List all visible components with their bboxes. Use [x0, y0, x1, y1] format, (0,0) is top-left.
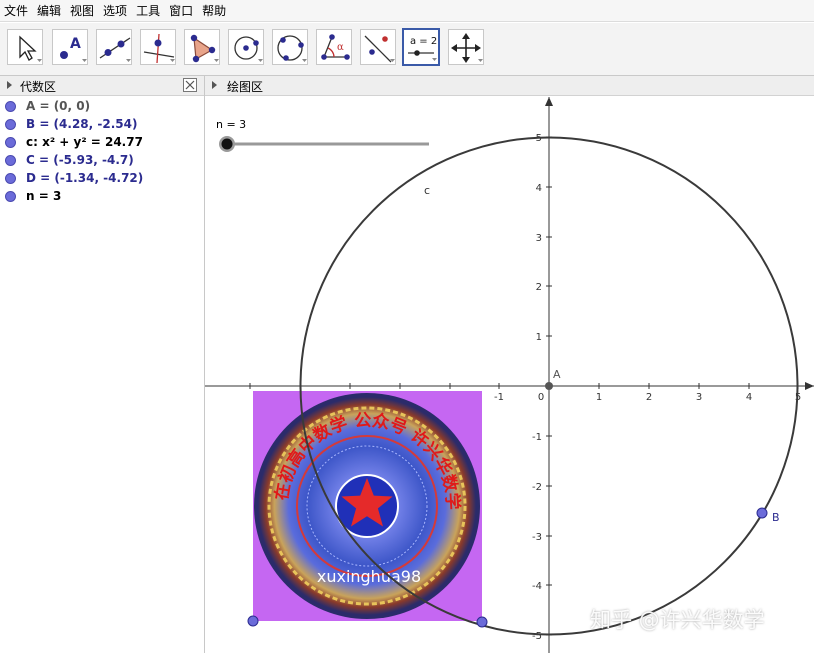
y-axis-arrow-icon: [545, 97, 553, 106]
circle-label: c: [424, 184, 430, 197]
algebra-view-header: 代数区: [0, 76, 204, 96]
y-tick-label: -5: [532, 631, 542, 642]
tool-angle-button[interactable]: α: [316, 29, 352, 65]
algebra-view-title: 代数区: [20, 80, 57, 94]
algebra-item-text: A = (0, 0): [26, 99, 91, 113]
tool-circle-three-points-button[interactable]: [272, 29, 308, 65]
angle-icon: α: [321, 34, 350, 60]
close-icon[interactable]: [183, 78, 197, 92]
slider-icon: a = 2: [408, 36, 437, 61]
x-tick-label: 0: [538, 392, 544, 403]
menu-edit[interactable]: 编辑: [37, 2, 61, 19]
algebra-item-text: D = (-1.34, -4.72): [26, 171, 144, 185]
tool-polygon-button[interactable]: [184, 29, 220, 65]
algebra-item[interactable]: c: x² + y² = 24.77: [0, 134, 204, 152]
toolbar: A α a = 2: [0, 23, 814, 76]
visibility-toggle[interactable]: [5, 191, 16, 202]
menu-help[interactable]: 帮助: [202, 2, 226, 19]
y-tick-label: -2: [532, 482, 542, 493]
algebra-item[interactable]: C = (-5.93, -4.7): [0, 152, 204, 170]
line-through-two-points-icon: [99, 37, 131, 62]
visibility-toggle[interactable]: [5, 137, 16, 148]
tool-move-view-button[interactable]: [448, 29, 484, 65]
point-d[interactable]: [476, 616, 488, 628]
tool-line-button[interactable]: [96, 29, 132, 65]
watermark-text: 知乎 @许兴华数学: [590, 608, 765, 632]
visibility-toggle[interactable]: [5, 155, 16, 166]
collapse-triangle-icon[interactable]: [212, 81, 217, 89]
algebra-item[interactable]: A = (0, 0): [0, 98, 204, 116]
x-tick-label: -1: [494, 392, 504, 403]
algebra-item[interactable]: B = (4.28, -2.54): [0, 116, 204, 134]
tool-point-button[interactable]: A: [52, 29, 88, 65]
y-tick-label: 4: [536, 183, 542, 194]
circle-center-point-icon: [234, 36, 263, 62]
y-tick-label: -4: [532, 581, 542, 592]
x-tick-label: 4: [746, 392, 752, 403]
menu-tools[interactable]: 工具: [136, 2, 160, 19]
move-graphics-view-icon: [451, 33, 483, 63]
menu-view[interactable]: 视图: [70, 2, 94, 19]
x-tick-label: 3: [696, 392, 702, 403]
image-caption-text: xuxinghua98: [317, 567, 421, 586]
y-tick-label: 3: [536, 233, 542, 244]
visibility-toggle[interactable]: [5, 119, 16, 130]
algebra-item-text: n = 3: [26, 189, 62, 203]
algebra-item[interactable]: n = 3: [0, 188, 204, 206]
move-arrow-icon: [19, 35, 42, 62]
algebra-item-text: B = (4.28, -2.54): [26, 117, 138, 131]
point-b-label: B: [772, 511, 780, 524]
perpendicular-line-icon: [143, 33, 175, 64]
x-tick-label: 1: [596, 392, 602, 403]
menu-bar: 文件 编辑 视图 选项 工具 窗口 帮助: [0, 0, 814, 22]
visibility-toggle[interactable]: [5, 173, 16, 184]
menu-window[interactable]: 窗口: [169, 2, 193, 19]
tool-slider-button[interactable]: a = 2: [402, 28, 440, 66]
angle-glyph: α: [337, 42, 344, 53]
y-tick-label: 1: [536, 332, 542, 343]
tool-move-button[interactable]: [7, 29, 43, 65]
point-a[interactable]: [545, 382, 553, 390]
menu-file[interactable]: 文件: [4, 2, 28, 19]
y-tick-label: 2: [536, 282, 542, 293]
circle-three-points-icon: [277, 35, 307, 62]
reflect-about-line-icon: [364, 35, 395, 63]
y-tick-label: -3: [532, 532, 542, 543]
collapse-triangle-icon[interactable]: [7, 81, 12, 89]
menu-options[interactable]: 选项: [103, 2, 127, 19]
graphics-canvas[interactable]: -1 0 1 2 3 4 5 5 4 3 2 1 -1 -2 -3 -4 -5: [205, 97, 814, 653]
tool-circle-center-button[interactable]: [228, 29, 264, 65]
x-axis-arrow-icon: [805, 382, 814, 390]
tool-perpendicular-button[interactable]: [140, 29, 176, 65]
y-tick-label: -1: [532, 432, 542, 443]
graphics-view-header: 绘图区: [205, 76, 814, 96]
point-b[interactable]: [756, 507, 768, 519]
polygon-icon: [190, 34, 219, 63]
slider-handle[interactable]: [221, 138, 233, 150]
x-tick-label: 2: [646, 392, 652, 403]
graphics-view-title: 绘图区: [227, 80, 264, 94]
tool-reflect-button[interactable]: [360, 29, 396, 65]
inserted-image[interactable]: 在初高中数学 公众号 许兴华数学 xuxinghua98: [253, 391, 482, 621]
graphics-svg[interactable]: -1 0 1 2 3 4 5 5 4 3 2 1 -1 -2 -3 -4 -5: [205, 97, 814, 653]
point-a-label: A: [553, 368, 561, 381]
point-c[interactable]: [247, 615, 259, 627]
algebra-item-text: c: x² + y² = 24.77: [26, 135, 143, 149]
algebra-item[interactable]: D = (-1.34, -4.72): [0, 170, 204, 188]
new-point-icon: A: [60, 36, 87, 62]
slider-label: n = 3: [216, 118, 246, 131]
visibility-toggle[interactable]: [5, 101, 16, 112]
slider-tool-glyph: a = 2: [410, 36, 437, 47]
svg-text:A: A: [70, 36, 81, 52]
algebra-item-text: C = (-5.93, -4.7): [26, 153, 134, 167]
